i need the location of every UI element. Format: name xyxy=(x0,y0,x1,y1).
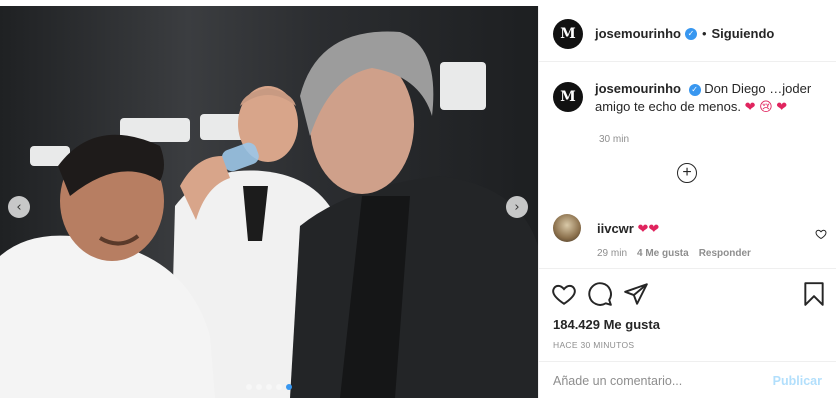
comment-heart-icon[interactable] xyxy=(815,228,827,240)
author-username[interactable]: josemourinho xyxy=(595,26,681,41)
load-more-comments-button[interactable]: + xyxy=(677,163,697,183)
comment-likes[interactable]: 4 Me gusta xyxy=(637,248,689,259)
author-avatar[interactable]: M xyxy=(553,18,583,49)
verified-icon: ✓ xyxy=(688,84,701,96)
carousel-indicator xyxy=(246,384,292,390)
post-actions: 184.429 Me gusta HACE 30 MINUTOS Publica… xyxy=(539,268,836,398)
carousel-dot xyxy=(256,384,262,390)
instagram-post: ‹ › M josemourinho ✓ • Siguiendo M josem… xyxy=(0,0,836,400)
comment-text-line: iivcwr ❤❤ xyxy=(597,221,659,237)
carousel-prev-button[interactable]: ‹ xyxy=(8,196,30,218)
verified-icon: ✓ xyxy=(684,27,697,40)
chevron-right-icon: › xyxy=(514,199,520,215)
chevron-left-icon: ‹ xyxy=(16,199,22,215)
post-photo[interactable]: ‹ › xyxy=(0,6,538,398)
comment-text: ❤❤ xyxy=(637,221,660,236)
caption-username[interactable]: josemourinho xyxy=(595,81,681,96)
carousel-dot xyxy=(276,384,282,390)
carousel-dot-active xyxy=(286,384,292,390)
comment-meta: 29 min 4 Me gusta Responder xyxy=(597,248,751,259)
caption-avatar[interactable]: M xyxy=(553,82,583,112)
photo-people xyxy=(0,31,538,398)
reply-button[interactable]: Responder xyxy=(699,248,751,259)
post-header: M josemourinho ✓ • Siguiendo xyxy=(539,6,836,62)
caption-emojis: ❤ 😢 ❤ xyxy=(744,99,788,114)
caption-body: josemourinho ✓ Don Diego …joder amigo te… xyxy=(595,80,823,116)
comment-input[interactable] xyxy=(553,373,773,388)
post-timestamp[interactable]: HACE 30 MINUTOS xyxy=(553,340,634,350)
avatar-logo: M xyxy=(560,89,576,105)
commenter-avatar[interactable] xyxy=(553,214,581,242)
heart-icon[interactable] xyxy=(551,281,577,307)
header-separator: • xyxy=(701,26,707,41)
avatar-logo: M xyxy=(560,25,576,42)
commenter-username[interactable]: iivcwr xyxy=(597,221,634,236)
comment-icon[interactable] xyxy=(587,281,613,307)
plus-circle-icon: + xyxy=(682,164,692,181)
carousel-dot xyxy=(266,384,272,390)
carousel-dot xyxy=(246,384,252,390)
following-button[interactable]: Siguiendo xyxy=(712,26,775,41)
bookmark-icon[interactable] xyxy=(801,281,827,307)
post-sidebar: M josemourinho ✓ • Siguiendo M josemouri… xyxy=(538,6,836,398)
likes-count[interactable]: 184.429 Me gusta xyxy=(553,317,660,332)
publish-button[interactable]: Publicar xyxy=(773,374,822,388)
post-caption: M josemourinho ✓ Don Diego …joder amigo … xyxy=(553,80,823,145)
comment-time[interactable]: 29 min xyxy=(597,248,627,259)
carousel-next-button[interactable]: › xyxy=(506,196,528,218)
share-icon[interactable] xyxy=(623,281,649,307)
add-comment-bar: Publicar xyxy=(539,361,836,399)
caption-time[interactable]: 30 min xyxy=(599,134,629,145)
